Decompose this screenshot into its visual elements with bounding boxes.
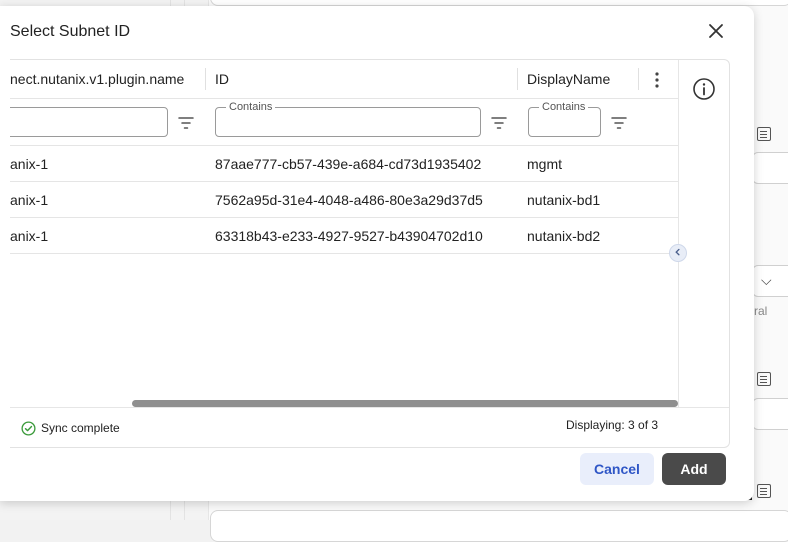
- add-button[interactable]: Add: [662, 453, 726, 485]
- row-divider: [10, 253, 678, 254]
- column-header-displayname[interactable]: DisplayName: [527, 60, 637, 98]
- column-separator[interactable]: [205, 68, 206, 90]
- background-field: [210, 510, 788, 542]
- filter-divider: [10, 145, 678, 146]
- filter-label: Contains: [226, 100, 276, 114]
- background-dropdown: ⌵: [752, 265, 788, 297]
- table-cell[interactable]: 7562a95d-31e4-4048-a486-80e3a29d37d5: [215, 192, 483, 208]
- calendar-icon: [757, 372, 771, 386]
- collapse-panel-button[interactable]: [669, 244, 687, 262]
- filter-icon[interactable]: [491, 116, 507, 130]
- column-header-plugin-name[interactable]: nect.nutanix.v1.plugin.name: [10, 60, 202, 98]
- sync-status: Sync complete: [41, 421, 120, 435]
- grid-body: nect.nutanix.v1.plugin.name ID DisplayNa…: [10, 60, 679, 407]
- select-subnet-dialog: Select Subnet ID nect.nutanix.v1.plugin.…: [0, 6, 754, 501]
- check-circle-icon: [21, 421, 36, 436]
- dialog-title: Select Subnet ID: [10, 23, 131, 40]
- row-divider: [10, 181, 678, 182]
- footer-divider: [10, 407, 729, 408]
- row-divider: [10, 217, 678, 218]
- table-cell[interactable]: nutanix-bd2: [527, 228, 600, 244]
- filter-input-id[interactable]: Contains: [215, 100, 481, 137]
- filter-label: Contains: [539, 100, 589, 114]
- table-cell[interactable]: anix-1: [10, 156, 48, 172]
- calendar-icon: [757, 127, 771, 141]
- column-separator[interactable]: [517, 68, 518, 90]
- table-cell[interactable]: nutanix-bd1: [527, 192, 600, 208]
- background-text: ral: [754, 304, 768, 318]
- table-cell[interactable]: 63318b43-e233-4927-9527-b43904702d10: [215, 228, 483, 244]
- header-divider: [10, 98, 678, 99]
- subnet-grid: nect.nutanix.v1.plugin.name ID DisplayNa…: [10, 59, 730, 448]
- cancel-button[interactable]: Cancel: [580, 453, 654, 485]
- row-count: Displaying: 3 of 3: [566, 418, 659, 432]
- info-icon[interactable]: [692, 77, 716, 101]
- filter-input-plugin-name[interactable]: [10, 107, 168, 137]
- filter-icon[interactable]: [178, 116, 194, 130]
- background-input: [752, 152, 788, 184]
- filter-icon[interactable]: [611, 116, 627, 130]
- background-input: [752, 398, 788, 430]
- horizontal-scrollbar[interactable]: [132, 400, 678, 407]
- chevron-left-icon: [675, 248, 680, 256]
- table-cell[interactable]: anix-1: [10, 228, 48, 244]
- column-separator[interactable]: [638, 68, 639, 90]
- close-icon[interactable]: [706, 21, 726, 41]
- chevron-down-icon: ⌵: [761, 272, 772, 288]
- table-cell[interactable]: 87aae777-cb57-439e-a684-cd73d1935402: [215, 156, 481, 172]
- column-header-id[interactable]: ID: [215, 60, 515, 98]
- calendar-icon: [757, 484, 771, 498]
- table-cell[interactable]: anix-1: [10, 192, 48, 208]
- column-menu-icon[interactable]: [650, 70, 664, 90]
- filter-input-displayname[interactable]: Contains: [528, 100, 601, 137]
- table-cell[interactable]: mgmt: [527, 156, 562, 172]
